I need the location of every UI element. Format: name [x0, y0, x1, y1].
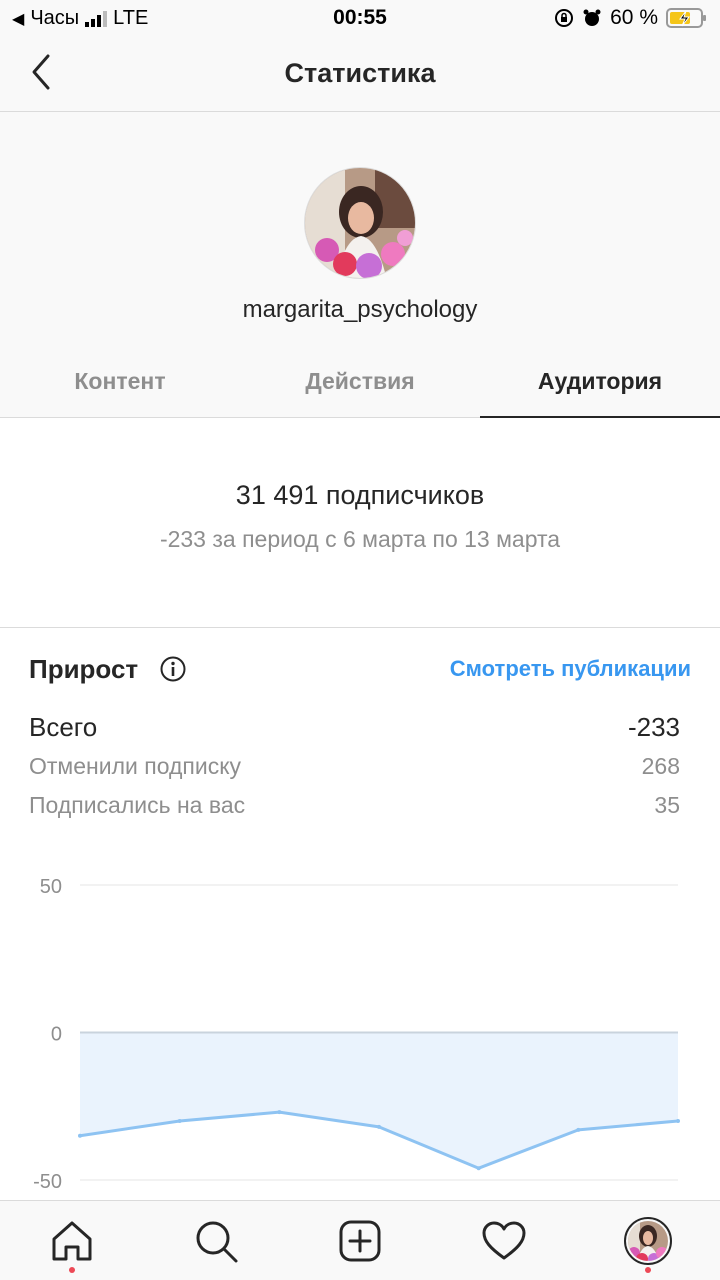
tab-activity[interactable]: Действия: [240, 368, 480, 395]
battery-charging-icon: [666, 8, 706, 28]
followers-count: 31 491 подписчиков: [235, 480, 485, 510]
growth-chart: 50 0 -50: [33, 876, 680, 1193]
y-tick-label: -50: [33, 1171, 62, 1193]
data-point-5: [576, 1127, 581, 1132]
add-post-icon[interactable]: [336, 1217, 384, 1265]
y-tick-label: 50: [40, 876, 62, 898]
active-tab-indicator: [480, 416, 720, 418]
orientation-lock-icon: [555, 9, 574, 27]
data-point-1: [177, 1119, 182, 1123]
home-notification-dot: [69, 1267, 75, 1273]
profile-tab-avatar[interactable]: [624, 1217, 672, 1265]
tab-audience[interactable]: Аудитория: [480, 368, 720, 395]
status-right: 60 %: [554, 6, 708, 30]
growth-title: Прирост: [29, 654, 139, 684]
profile-avatar: [304, 167, 416, 279]
view-publications-link[interactable]: Смотреть публикации: [450, 656, 691, 682]
alarm-icon: [583, 9, 601, 26]
total-value: -233: [627, 712, 680, 742]
unfollowed-label: Отменили подписку: [29, 753, 242, 779]
info-icon[interactable]: [160, 656, 186, 682]
page-title: Статистика: [284, 58, 436, 88]
home-icon[interactable]: [48, 1217, 96, 1265]
y-tick-label: 0: [51, 1024, 62, 1046]
heart-icon[interactable]: [480, 1217, 528, 1265]
search-icon[interactable]: [192, 1217, 240, 1265]
section-divider: [0, 627, 720, 628]
series-area: [80, 1032, 678, 1169]
data-point-3: [377, 1124, 381, 1129]
followed-label: Подписались на вас: [29, 792, 246, 818]
status-bar: ◀ Часы LTE 00:55 60 %: [0, 0, 720, 38]
followers-period-change: -233 за период с 6 марта по 13 марта: [159, 526, 561, 552]
nav-header: Статистика: [0, 38, 720, 112]
tab-content[interactable]: Контент: [0, 368, 240, 395]
total-label: Всего: [29, 712, 98, 742]
data-point-6: [676, 1119, 680, 1123]
profile-section: margarita_psychology Контент Действия Ау…: [0, 112, 720, 418]
profile-username: margarita_psychology: [242, 296, 478, 323]
data-point-4: [476, 1166, 481, 1171]
battery-percent: 60 %: [610, 6, 658, 29]
profile-notification-dot: [645, 1267, 651, 1273]
followed-value: 35: [654, 792, 680, 818]
data-point-0: [78, 1133, 82, 1138]
bottom-tab-bar: [0, 1200, 720, 1280]
unfollowed-value: 268: [641, 753, 680, 779]
data-point-2: [277, 1110, 282, 1115]
